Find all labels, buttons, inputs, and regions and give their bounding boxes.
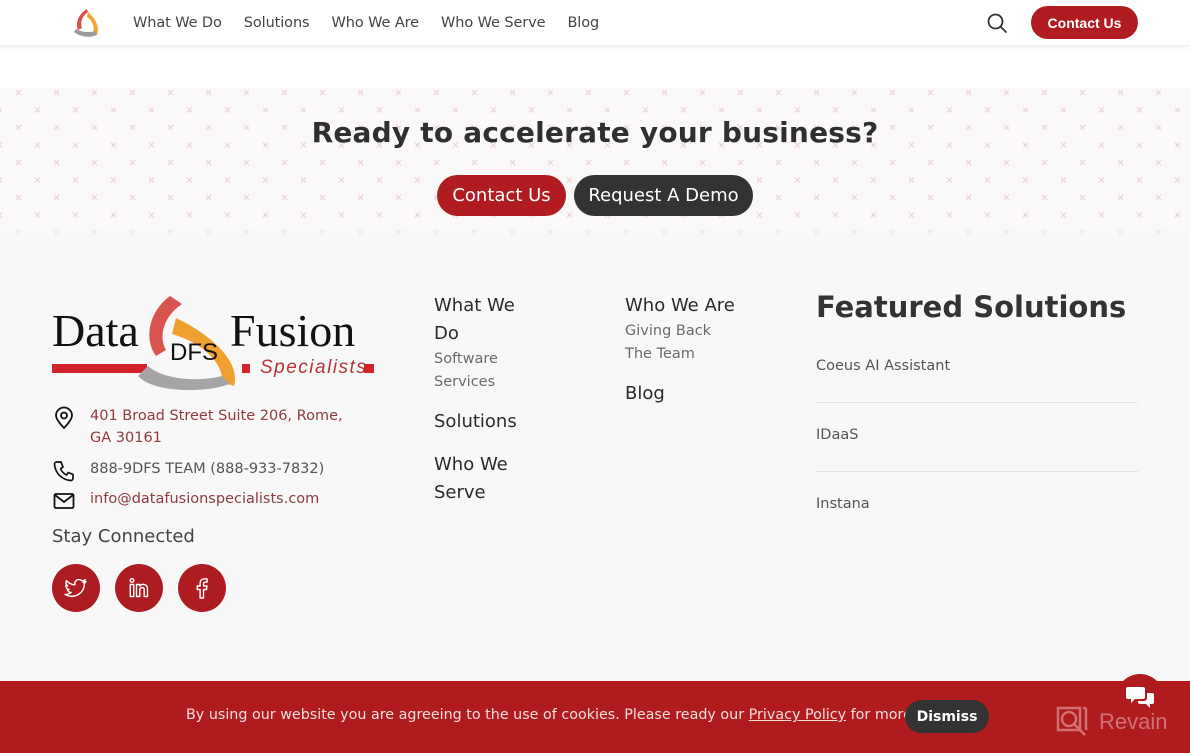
cookie-text-before: By using our website you are agreeing to… bbox=[186, 707, 749, 723]
cta-contact-button[interactable]: Contact Us bbox=[437, 175, 566, 216]
email-link[interactable]: info@datafusionspecialists.com bbox=[90, 488, 319, 510]
featured-item-coeus[interactable]: Coeus AI Assistant bbox=[816, 358, 1138, 374]
cookie-message: By using our website you are agreeing to… bbox=[186, 707, 948, 723]
address-link[interactable]: 401 Broad Street Suite 206, Rome, GA 301… bbox=[90, 405, 360, 449]
logo-word-data: Data bbox=[52, 305, 139, 356]
twitter-link[interactable] bbox=[52, 564, 100, 612]
facebook-icon bbox=[196, 578, 208, 599]
nav-solutions[interactable]: Solutions bbox=[244, 15, 310, 31]
footer-heading-blog[interactable]: Blog bbox=[625, 380, 775, 408]
privacy-policy-link[interactable]: Privacy Policy bbox=[749, 707, 846, 723]
location-pin-icon bbox=[55, 406, 73, 430]
footer-logo[interactable]: Data Fusion DFS Specialists bbox=[52, 290, 376, 392]
revain-watermark: Revain bbox=[1055, 705, 1167, 739]
dismiss-button[interactable]: Dismiss bbox=[905, 700, 989, 733]
logo-icon[interactable] bbox=[70, 6, 106, 40]
phone-icon bbox=[53, 461, 74, 482]
linkedin-link[interactable] bbox=[115, 564, 163, 612]
cta-section: Ready to accelerate your business? Conta… bbox=[0, 88, 1190, 248]
spacer bbox=[0, 45, 1190, 88]
linkedin-icon bbox=[129, 578, 149, 598]
nav-blog[interactable]: Blog bbox=[567, 15, 599, 31]
logo-word-fusion: Fusion bbox=[230, 305, 355, 356]
nav-what-we-do[interactable]: What We Do bbox=[133, 15, 222, 31]
featured-item-instana[interactable]: Instana bbox=[816, 496, 1138, 512]
featured-solutions-title: Featured Solutions bbox=[816, 290, 1127, 324]
cookie-banner: By using our website you are agreeing to… bbox=[0, 681, 1190, 753]
footer-col-who-we-are: Who We Are Giving Back The Team Blog bbox=[625, 292, 775, 408]
footer-col-what-we-do: What We Do Software Services Solutions W… bbox=[434, 292, 544, 507]
main-nav: What We Do Solutions Who We Are Who We S… bbox=[122, 0, 610, 45]
stay-connected-label: Stay Connected bbox=[52, 526, 195, 547]
logo-badge: DFS bbox=[170, 339, 218, 366]
request-demo-button[interactable]: Request A Demo bbox=[574, 175, 753, 216]
phone-number[interactable]: 888-9DFS TEAM (888-933-7832) bbox=[90, 458, 324, 480]
featured-item-idaas[interactable]: IDaaS bbox=[816, 427, 1138, 443]
cta-title: Ready to accelerate your business? bbox=[311, 116, 879, 149]
site-header: What We Do Solutions Who We Are Who We S… bbox=[0, 0, 1190, 45]
divider bbox=[816, 471, 1138, 472]
revain-logo-icon bbox=[1056, 706, 1088, 736]
cta-buttons: Contact Us Request A Demo bbox=[437, 175, 753, 216]
facebook-link[interactable] bbox=[178, 564, 226, 612]
footer-link-services[interactable]: Services bbox=[434, 371, 544, 394]
phone-row: 888-9DFS TEAM (888-933-7832) bbox=[52, 458, 324, 483]
footer-heading-who-we-serve[interactable]: Who We Serve bbox=[434, 451, 529, 507]
footer-link-software[interactable]: Software bbox=[434, 348, 544, 371]
revain-text: Revain bbox=[1099, 709, 1168, 734]
nav-who-we-are[interactable]: Who We Are bbox=[332, 15, 420, 31]
twitter-icon bbox=[64, 578, 87, 597]
footer-heading-solutions[interactable]: Solutions bbox=[434, 408, 544, 436]
search-icon[interactable] bbox=[985, 11, 1009, 35]
footer-heading-what-we-do[interactable]: What We Do bbox=[434, 292, 544, 348]
address-row: 401 Broad Street Suite 206, Rome, GA 301… bbox=[52, 405, 360, 449]
footer-heading-who-we-are[interactable]: Who We Are bbox=[625, 292, 775, 320]
footer-link-the-team[interactable]: The Team bbox=[625, 343, 775, 366]
nav-who-we-serve[interactable]: Who We Serve bbox=[441, 15, 546, 31]
logo-tagline: Specialists bbox=[260, 357, 367, 378]
pattern-fade bbox=[0, 218, 1190, 248]
mail-icon bbox=[53, 493, 75, 509]
header-contact-button[interactable]: Contact Us bbox=[1031, 6, 1138, 39]
divider bbox=[816, 402, 1138, 403]
email-row: info@datafusionspecialists.com bbox=[52, 488, 319, 513]
social-links bbox=[52, 564, 226, 612]
footer-link-giving-back[interactable]: Giving Back bbox=[625, 320, 775, 343]
